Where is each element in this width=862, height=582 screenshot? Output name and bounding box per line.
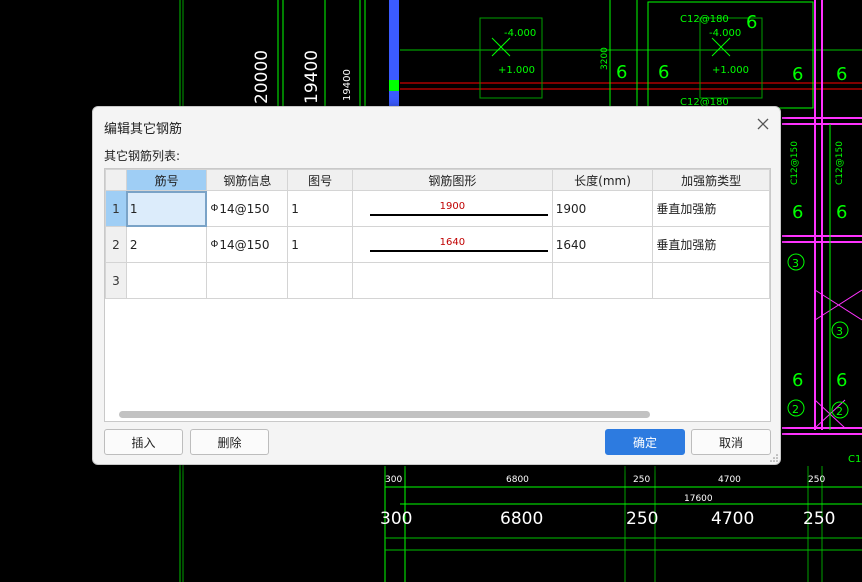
rebar-shape-line [369,214,548,216]
cell-length[interactable] [551,262,654,299]
cad-bottom-small-1: 300 [385,475,402,485]
horizontal-scrollbar[interactable] [119,411,650,418]
cad-elev-3: -4.000 [709,28,741,39]
cell-bar-info[interactable] [206,262,289,299]
cell-type[interactable]: 垂直加强筋 [652,226,770,263]
close-button[interactable] [754,115,772,133]
cad-dim-20000: 20000 [252,50,272,104]
cad-tag-1: C12@180 [680,14,729,25]
rebar-table[interactable]: 筋号 钢筋信息 图号 钢筋图形 长度(mm) 加强筋类型 1 1 Φ14@150… [104,168,771,422]
cell-shape[interactable]: 1900 [351,190,553,227]
cad-elev-4: +1.000 [712,65,749,76]
cad-elev-1: -4.000 [504,28,536,39]
edit-other-rebar-dialog: 编辑其它钢筋 其它钢筋列表: 筋号 钢筋信息 图号 钢筋图形 长度(mm) 加强… [92,106,781,465]
cad-bottom-small-5: 250 [808,475,825,485]
ok-button[interactable]: 确定 [605,429,685,455]
cad-six-5: 6 [836,64,847,85]
col-header-type[interactable]: 加强筋类型 [652,169,770,191]
dialog-title: 编辑其它钢筋 [104,122,183,137]
cad-bottom-small-3: 250 [633,475,650,485]
cad-dim-19400-small: 19400 [342,69,353,101]
table-row[interactable]: 3 [105,262,770,299]
cad-tag-5: C12 [848,454,862,465]
cad-six-3: 6 [746,12,757,33]
cad-dim-3200: 3200 [600,47,610,70]
cad-bottom-big-4: 4700 [711,509,754,529]
row-header[interactable]: 3 [105,262,127,299]
row-header[interactable]: 2 [105,226,127,263]
table-row[interactable]: 2 2 Φ14@150 1 1640 1640 垂直加强筋 [105,226,770,263]
cell-bar-no[interactable]: 1 [125,190,208,227]
cad-six-1: 6 [616,62,627,83]
cad-six-7: 6 [836,202,847,223]
close-icon [757,118,769,130]
table-header-row: 筋号 钢筋信息 图号 钢筋图形 长度(mm) 加强筋类型 [105,169,770,191]
cell-shape[interactable] [351,262,553,299]
cell-figure-no[interactable]: 1 [287,190,353,227]
cad-six-6: 6 [792,202,803,223]
row-header[interactable]: 1 [105,190,127,227]
cad-circle-3a: 3 [792,257,799,270]
cad-bottom-big-3: 250 [626,509,658,529]
cad-circle-3b: 3 [836,325,843,338]
shape-length-label: 1640 [439,237,466,248]
col-header-length[interactable]: 长度(mm) [551,169,654,191]
rebar-shape-line [369,250,548,252]
bar-info-text: 14@150 [219,237,270,252]
cell-length[interactable]: 1900 [551,190,654,227]
cad-tag-4: C12@150 [835,141,845,185]
rebar-grid: 筋号 钢筋信息 图号 钢筋图形 长度(mm) 加强筋类型 1 1 Φ14@150… [105,169,770,299]
cell-figure-no[interactable] [287,262,353,299]
cad-circle-2b: 2 [836,405,843,418]
cancel-button[interactable]: 取消 [691,429,771,455]
col-header-bar-info[interactable]: 钢筋信息 [206,169,289,191]
cad-bottom-small-2: 6800 [506,475,529,485]
cad-tag-3: C12@150 [790,141,800,185]
col-header-shape[interactable]: 钢筋图形 [351,169,553,191]
cell-length[interactable]: 1640 [551,226,654,263]
cad-six-8: 6 [792,370,803,391]
shape-length-label: 1900 [439,201,466,212]
table-row[interactable]: 1 1 Φ14@150 1 1900 1900 垂直加强筋 [105,190,770,227]
cell-shape[interactable]: 1640 [351,226,553,263]
rebar-list-label: 其它钢筋列表: [104,149,181,163]
cad-bottom-big-1: 300 [380,509,412,529]
cell-bar-no[interactable]: 2 [125,226,208,263]
cell-figure-no[interactable]: 1 [287,226,353,263]
insert-button[interactable]: 插入 [104,429,183,455]
cad-bottom-big-2: 6800 [500,509,543,529]
cell-type[interactable] [652,262,770,299]
cell-bar-info[interactable]: Φ14@150 [206,226,289,263]
cad-bottom-big-5: 250 [803,509,835,529]
cad-dim-19400: 19400 [302,50,322,104]
cell-bar-no[interactable] [125,262,208,299]
cad-bottom-total: 17600 [684,494,713,504]
cad-six-4: 6 [792,64,803,85]
col-header-bar-no[interactable]: 筋号 [125,169,208,191]
cell-type[interactable]: 垂直加强筋 [652,190,770,227]
cad-elev-2: +1.000 [498,65,535,76]
cad-bottom-small-4: 4700 [718,475,741,485]
cad-circle-2a: 2 [792,403,799,416]
bar-info-text: 14@150 [219,201,270,216]
delete-button[interactable]: 删除 [190,429,269,455]
col-header-figure-no[interactable]: 图号 [287,169,353,191]
grade-symbol: Φ [210,202,219,214]
cell-bar-info[interactable]: Φ14@150 [206,190,289,227]
cad-six-9: 6 [836,370,847,391]
corner-header[interactable] [105,169,127,191]
resize-grip-icon[interactable] [770,454,778,462]
cad-six-2: 6 [658,62,669,83]
grade-symbol: Φ [210,238,219,250]
